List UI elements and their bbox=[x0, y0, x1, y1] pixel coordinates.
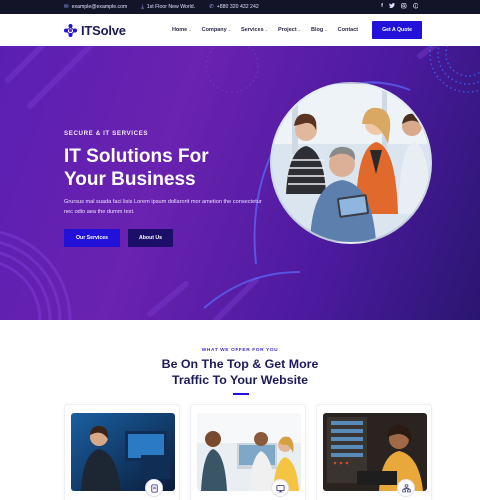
hero-title-line-2: Your Business bbox=[64, 169, 196, 190]
services-title-line-2: Traffic To Your Website bbox=[171, 372, 309, 387]
chevron-down-icon: ⌄ bbox=[227, 27, 232, 32]
twitter-icon[interactable] bbox=[389, 3, 395, 11]
nav-item-company[interactable]: Company⌄ bbox=[202, 27, 231, 33]
service-card-image bbox=[323, 413, 427, 491]
chevron-down-icon: ⌄ bbox=[188, 27, 192, 32]
service-card[interactable] bbox=[64, 404, 180, 500]
logo-icon bbox=[64, 23, 77, 37]
nav-item-blog[interactable]: Blog⌄ bbox=[311, 27, 328, 33]
nav-item-services[interactable]: Services⌄ bbox=[241, 27, 268, 33]
phone-icon: ✆ bbox=[209, 4, 214, 10]
title-divider bbox=[233, 393, 249, 395]
facebook-icon[interactable]: f bbox=[381, 3, 383, 11]
instagram-icon[interactable] bbox=[401, 3, 407, 11]
nav-item-project[interactable]: Project⌄ bbox=[278, 27, 301, 33]
services-title-line-1: Be On The Top & Get More bbox=[161, 357, 319, 371]
hero-team-photo bbox=[270, 82, 432, 244]
our-services-button[interactable]: Our Services bbox=[64, 229, 121, 247]
topbar-phone[interactable]: ✆ +880 320 432 242 bbox=[209, 4, 259, 10]
pinterest-icon[interactable] bbox=[412, 3, 419, 11]
envelope-icon: ✉ bbox=[64, 4, 69, 10]
topbar-address: ⤓ 1st Floor New World. bbox=[141, 4, 195, 11]
nav-menu: Home⌄ Company⌄ Services⌄ Project⌄ Blog⌄ … bbox=[172, 27, 358, 33]
service-card[interactable] bbox=[316, 404, 432, 500]
hero-title-line-1: IT Solutions For bbox=[64, 146, 209, 167]
about-us-button[interactable]: About Us bbox=[128, 229, 174, 247]
topbar-email[interactable]: ✉ example@example.com bbox=[64, 4, 127, 10]
hero-title: IT Solutions For Your Business bbox=[64, 145, 264, 191]
chevron-down-icon: ⌄ bbox=[264, 27, 269, 32]
top-info-bar: ✉ example@example.com ⤓ 1st Floor New Wo… bbox=[0, 0, 480, 14]
monitor-icon bbox=[271, 479, 289, 497]
nav-item-label: Contact bbox=[337, 27, 359, 33]
hero-actions: Our Services About Us bbox=[64, 229, 264, 247]
hero-content: SECURE & IT SERVICES IT Solutions For Yo… bbox=[64, 130, 264, 247]
nav-item-contact[interactable]: Contact bbox=[338, 27, 358, 33]
social-links: f bbox=[381, 3, 418, 11]
site-logo[interactable]: ITSolve bbox=[64, 23, 126, 38]
service-card-image bbox=[71, 413, 175, 491]
topbar-phone-text: +880 320 432 242 bbox=[216, 4, 259, 10]
get-quote-button[interactable]: Get A Quote bbox=[372, 21, 422, 39]
services-section: WHAT WE OFFER FOR YOU Be On The Top & Ge… bbox=[0, 320, 480, 500]
services-title: Be On The Top & Get More Traffic To Your… bbox=[0, 357, 480, 388]
main-navigation: ITSolve Home⌄ Company⌄ Services⌄ Project… bbox=[0, 14, 480, 46]
services-eyebrow: WHAT WE OFFER FOR YOU bbox=[201, 348, 279, 353]
nav-item-label: Project bbox=[278, 27, 297, 33]
network-icon bbox=[397, 479, 415, 497]
chevron-down-icon: ⌄ bbox=[324, 27, 328, 32]
hero-description: Grursus mal suada faci lisis Lorem ipsum… bbox=[64, 199, 262, 215]
service-card-image bbox=[197, 413, 301, 491]
nav-item-home[interactable]: Home⌄ bbox=[172, 27, 192, 33]
topbar-address-text: 1st Floor New World. bbox=[146, 4, 196, 10]
chevron-down-icon: ⌄ bbox=[297, 27, 302, 32]
hero-banner: SECURE & IT SERVICES IT Solutions For Yo… bbox=[0, 46, 480, 320]
brand-name: ITSolve bbox=[81, 22, 126, 38]
nav-item-label: Home bbox=[171, 27, 188, 33]
service-card[interactable] bbox=[190, 404, 306, 500]
nav-item-label: Blog bbox=[311, 27, 324, 33]
nav-item-label: Services bbox=[241, 27, 264, 33]
document-icon bbox=[145, 479, 163, 497]
nav-item-label: Company bbox=[201, 27, 227, 33]
hero-eyebrow: SECURE & IT SERVICES bbox=[64, 130, 149, 137]
download-icon: ⤓ bbox=[141, 3, 144, 10]
topbar-email-text: example@example.com bbox=[71, 4, 128, 10]
